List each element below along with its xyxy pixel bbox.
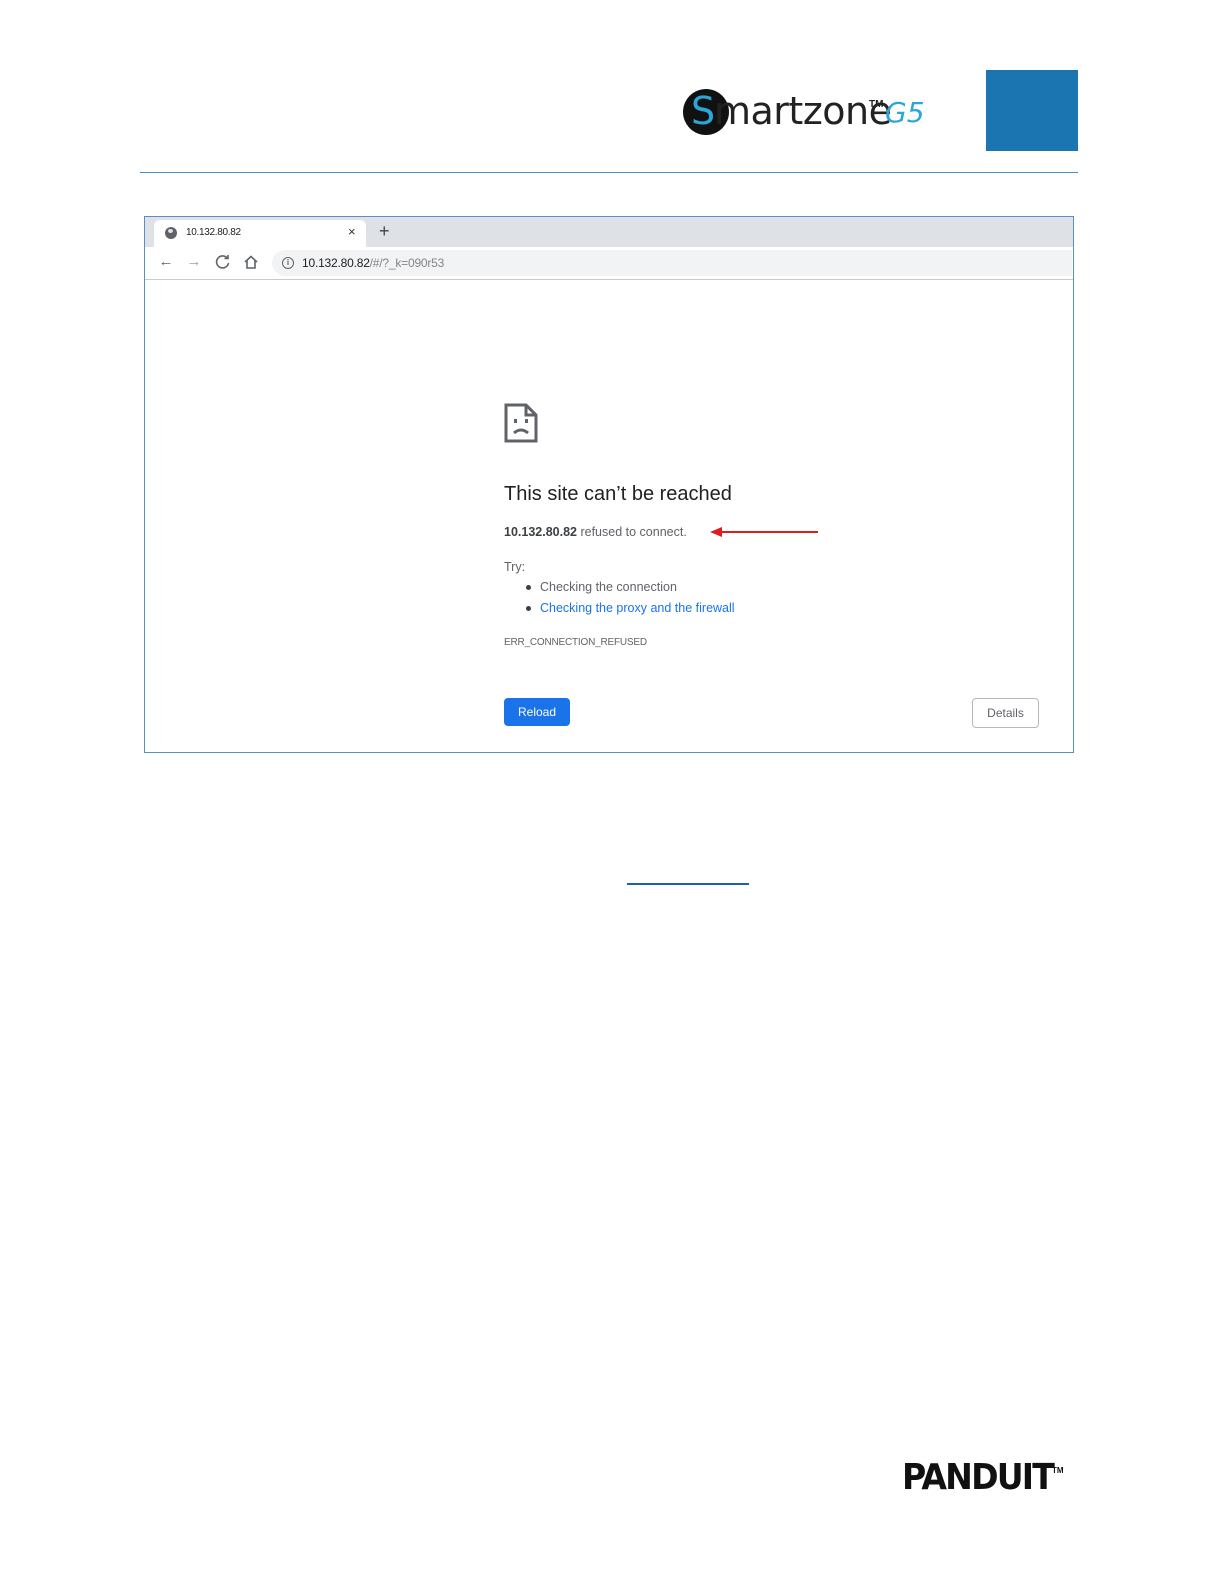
tab-title: 10.132.80.82 xyxy=(186,227,241,238)
panduit-wordmark: PANDUIT xyxy=(902,1457,1055,1498)
home-icon[interactable] xyxy=(242,253,260,271)
close-tab-icon[interactable]: × xyxy=(348,225,356,239)
url-host: 10.132.80.82 xyxy=(302,256,370,270)
panduit-trademark: TM xyxy=(1052,1466,1064,1475)
url-path: /#/?_k=090r53 xyxy=(369,256,445,270)
suggestion-check-proxy-link[interactable]: Checking the proxy and the firewall xyxy=(524,598,735,619)
header-divider xyxy=(140,172,1078,173)
error-host: 10.132.80.82 xyxy=(504,525,577,539)
tab-strip: 10.132.80.82 × + xyxy=(145,217,1073,247)
error-message: 10.132.80.82 refused to connect. xyxy=(504,525,687,539)
logo-wordmark: martzone xyxy=(714,89,892,133)
error-title: This site can’t be reached xyxy=(504,483,732,505)
try-label: Try: xyxy=(504,560,526,574)
reload-button[interactable]: Reload xyxy=(504,698,570,726)
error-message-text: refused to connect. xyxy=(577,525,687,539)
header-accent-block xyxy=(986,70,1078,151)
browser-toolbar: ← → i 10.132.80.82/#/?_k=090r53 xyxy=(145,247,1073,280)
suggestion-check-connection: Checking the connection xyxy=(524,577,735,598)
red-arrow-annotation xyxy=(710,527,818,537)
link-underline xyxy=(627,883,749,885)
smartzone-logo: S martzone TM G5 xyxy=(683,86,933,138)
logo-g5: G5 xyxy=(885,96,925,129)
back-arrow-icon[interactable]: ← xyxy=(157,253,175,271)
browser-screenshot: 10.132.80.82 × + ← → i 10.132.80.82/#/?_… xyxy=(144,216,1074,753)
forward-arrow-icon[interactable]: → xyxy=(185,253,203,271)
details-button[interactable]: Details xyxy=(972,698,1039,728)
logo-s: S xyxy=(691,89,716,133)
sad-page-icon xyxy=(504,403,538,443)
new-tab-button[interactable]: + xyxy=(379,220,390,242)
address-bar[interactable]: i 10.132.80.82/#/?_k=090r53 xyxy=(272,250,1072,276)
error-code: ERR_CONNECTION_REFUSED xyxy=(504,637,647,648)
globe-icon xyxy=(165,227,177,239)
suggestion-list: Checking the connection Checking the pro… xyxy=(524,577,735,619)
panduit-logo: PANDUIT TM xyxy=(902,1458,1067,1500)
url-text: 10.132.80.82/#/?_k=090r53 xyxy=(302,256,444,270)
browser-tab[interactable]: 10.132.80.82 × xyxy=(154,220,366,247)
info-icon[interactable]: i xyxy=(282,257,294,269)
reload-icon[interactable] xyxy=(214,253,232,271)
logo-trademark: TM xyxy=(869,99,884,110)
